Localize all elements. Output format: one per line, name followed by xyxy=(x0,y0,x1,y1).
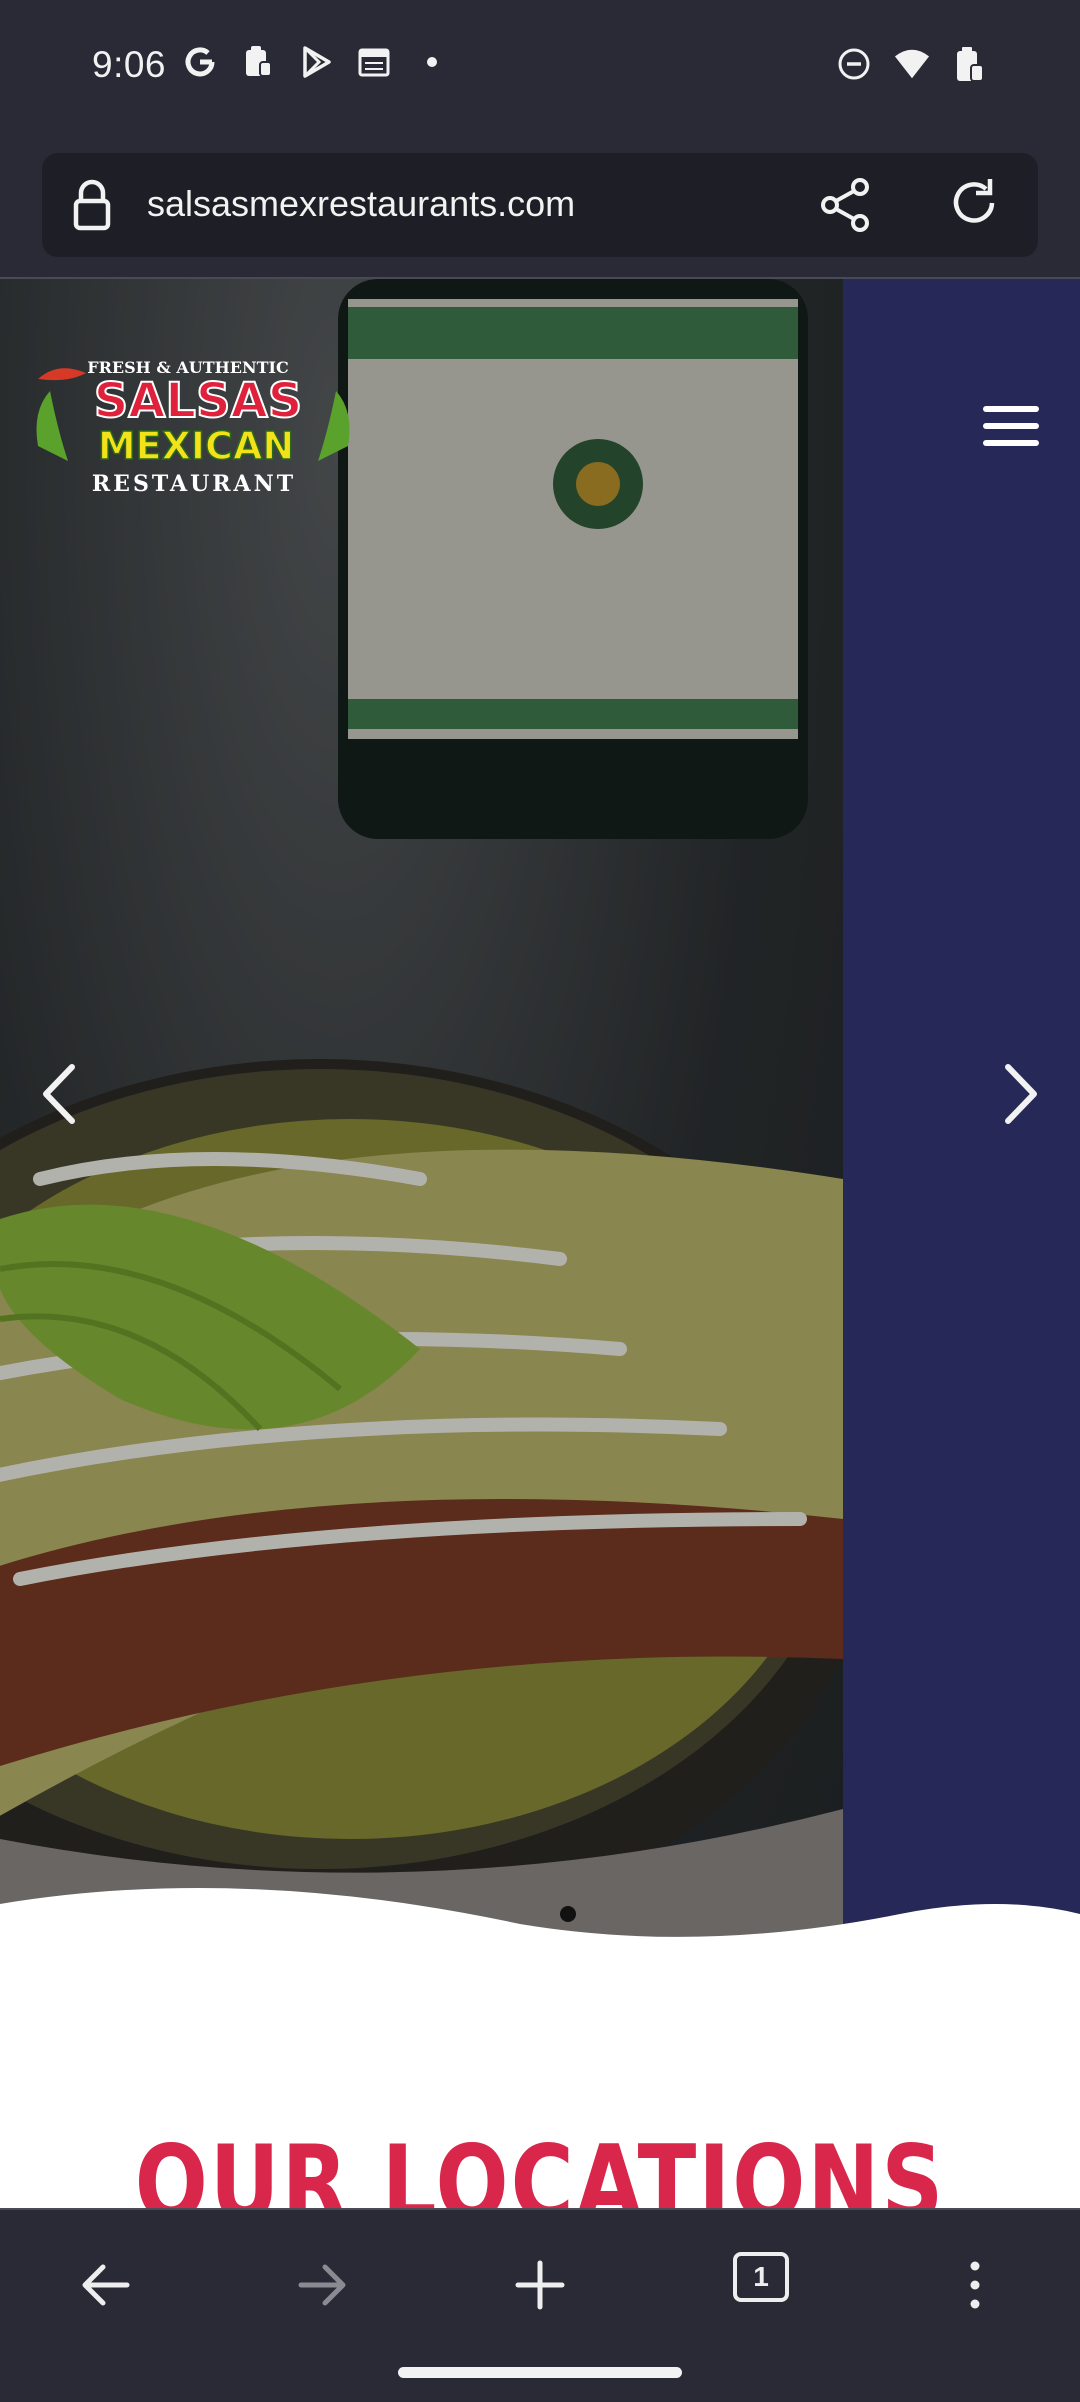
wave-divider xyxy=(0,1888,1080,1994)
dot-icon xyxy=(414,44,450,80)
hero-slide-image xyxy=(0,279,843,1959)
wifi-icon xyxy=(894,46,930,82)
share-icon[interactable] xyxy=(820,177,872,238)
svg-text:MEXICAN: MEXICAN xyxy=(98,424,294,468)
clipboard-icon xyxy=(240,44,276,80)
svg-text:SALSAS: SALSAS xyxy=(94,373,303,429)
menu-icon[interactable] xyxy=(983,406,1039,448)
status-bar: 9:06 xyxy=(0,0,1080,140)
section-title-locations: OUR LOCATIONS xyxy=(134,2124,946,2208)
tab-switcher-button[interactable]: 1 xyxy=(733,2252,789,2302)
do-not-disturb-icon xyxy=(836,46,872,82)
reload-icon[interactable] xyxy=(946,175,1002,236)
carousel-next-icon[interactable] xyxy=(996,1059,1046,1129)
web-content[interactable]: FRESH & AUTHENTIC SALSAS MEXICAN RESTAUR… xyxy=(0,279,1080,2208)
site-logo[interactable]: FRESH & AUTHENTIC SALSAS MEXICAN RESTAUR… xyxy=(28,351,358,501)
carousel-dot[interactable] xyxy=(560,1906,576,1922)
lock-icon[interactable] xyxy=(72,179,112,236)
address-bar[interactable]: salsasmexrestaurants.com xyxy=(42,153,1038,257)
svg-text:RESTAURANT: RESTAURANT xyxy=(92,471,296,497)
home-indicator[interactable] xyxy=(398,2367,682,2378)
google-icon xyxy=(182,44,218,80)
carousel-prev-icon[interactable] xyxy=(34,1059,84,1129)
forward-icon[interactable] xyxy=(288,2250,358,2320)
calendar-icon xyxy=(356,44,392,80)
new-tab-icon[interactable] xyxy=(505,2250,575,2320)
status-time: 9:06 xyxy=(92,44,167,85)
battery-icon xyxy=(952,46,988,82)
url-text[interactable]: salsasmexrestaurants.com xyxy=(147,183,575,225)
play-store-icon xyxy=(298,44,334,80)
browser-bottom-bar: 1 xyxy=(0,2208,1080,2402)
more-options-icon[interactable] xyxy=(940,2250,1010,2320)
back-icon[interactable] xyxy=(70,2250,140,2320)
